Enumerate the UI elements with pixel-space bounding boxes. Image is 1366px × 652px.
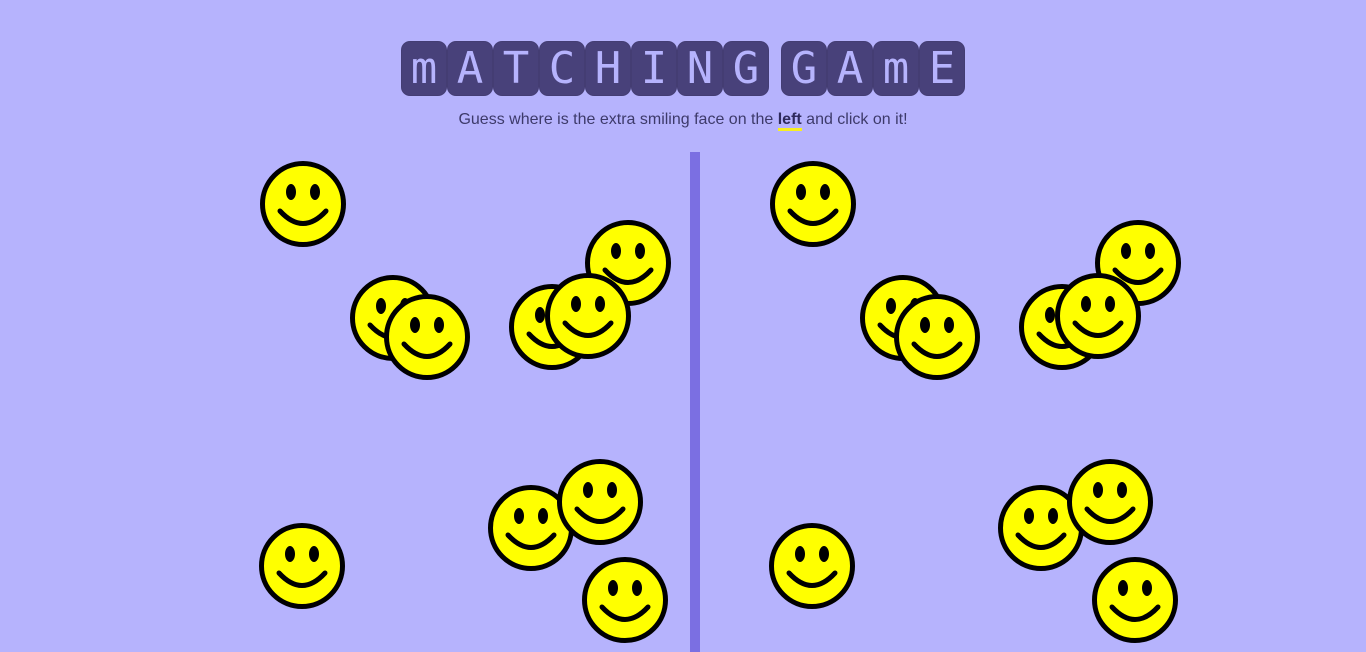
right-smiley-face-icon[interactable] bbox=[768, 522, 856, 610]
right-smiley-face-icon[interactable] bbox=[1066, 458, 1154, 546]
right-smiley-face-icon[interactable] bbox=[1091, 556, 1179, 644]
right-smiley-face-icon[interactable] bbox=[893, 293, 981, 381]
right-smiley-face-icon[interactable] bbox=[769, 160, 857, 248]
game-page: mATCHINGGAmE Guess where is the extra sm… bbox=[0, 0, 1366, 652]
right-board bbox=[0, 0, 1366, 652]
right-smiley-face-icon[interactable] bbox=[1054, 272, 1142, 360]
